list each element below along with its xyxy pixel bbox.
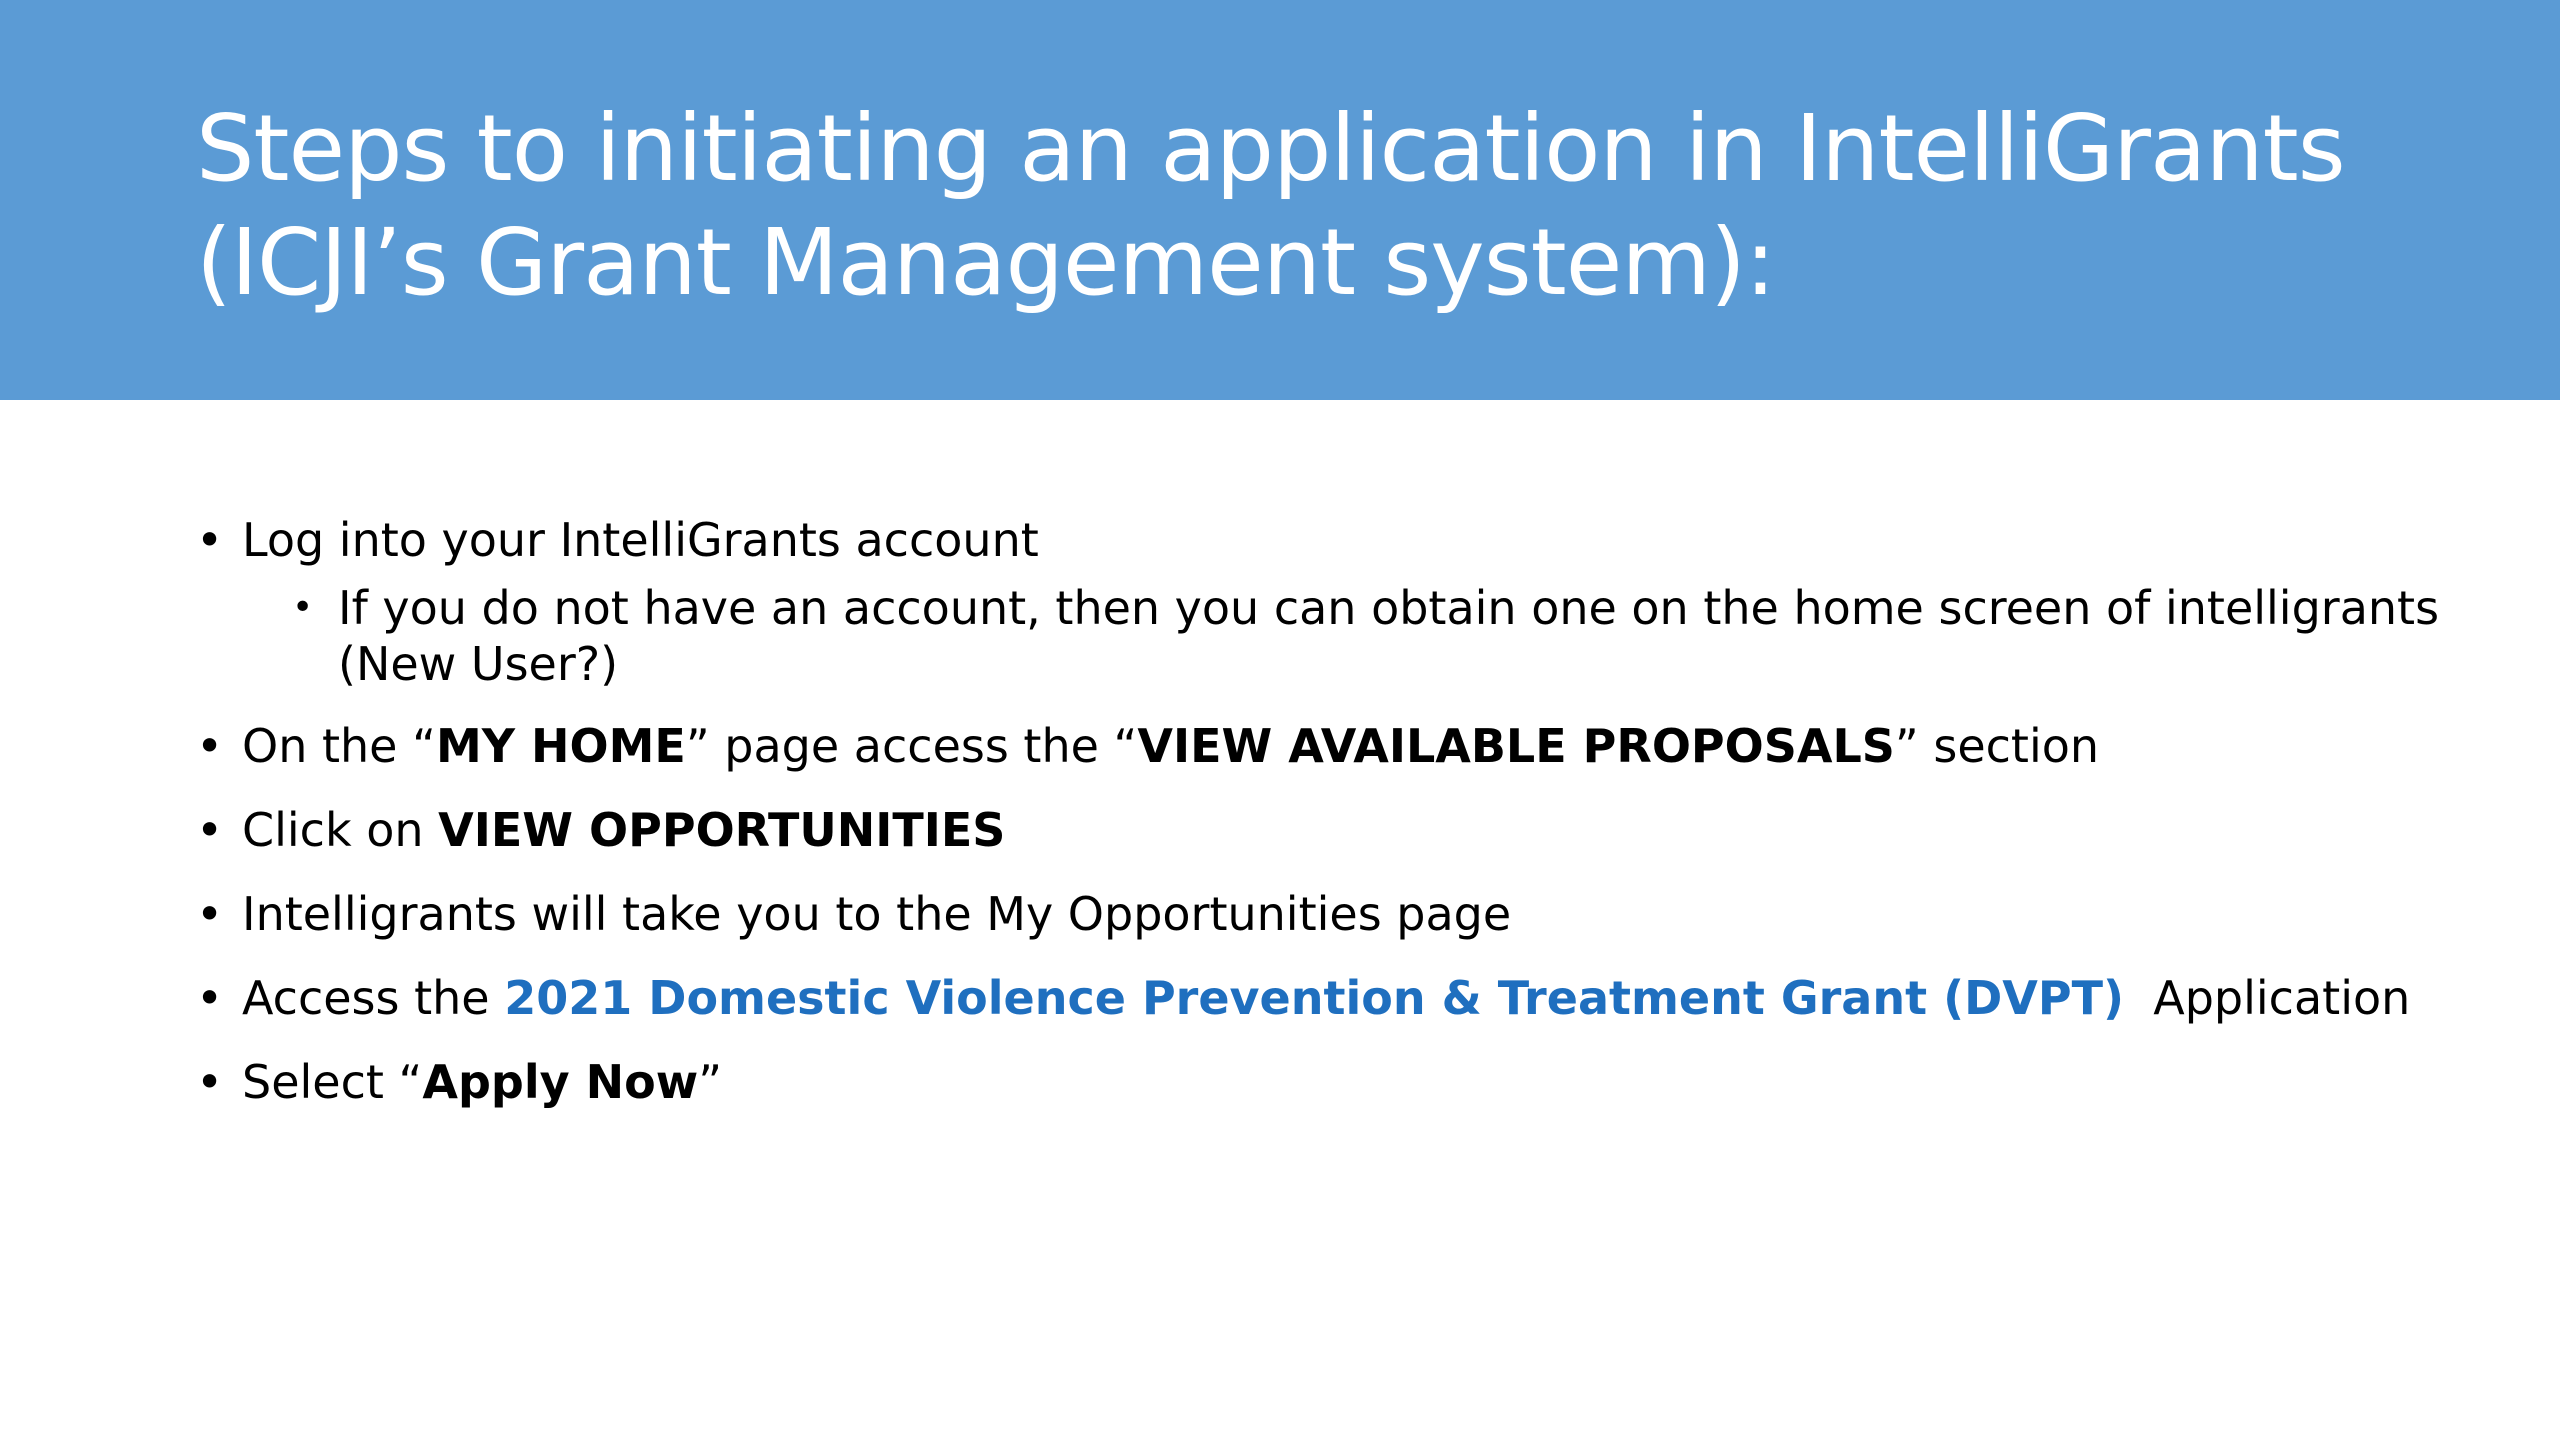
bullet-text-post: ” section [1894,719,2100,773]
bullet-text-post: ” [698,1055,723,1109]
bullet-text-post: Application [2124,971,2411,1025]
slide-title: Steps to initiating an application in In… [196,92,2446,320]
bullet-item-my-opportunities: • Intelligrants will take you to the My … [196,886,2446,942]
bullet-text-pre: Select “ [242,1055,423,1109]
bullet-icon: • [196,1055,224,1109]
bullet-item-login: • Log into your IntelliGrants account [196,512,2446,568]
sub-bullet-text: If you do not have an account, then you … [338,580,2446,692]
bullet-text-apply-now: Apply Now [422,1055,699,1109]
sub-bullet-item-new-account: • If you do not have an account, then yo… [196,580,2446,692]
sub-bullet-icon: • [292,587,314,628]
bullet-item-access: • Access the 2021 Domestic Violence Prev… [196,970,2446,1026]
bullet-icon: • [196,971,224,1025]
bullet-text-my-home: MY HOME [435,719,686,773]
bullet-text-pre: Click on [242,803,439,857]
dvpt-grant-link[interactable]: 2021 Domestic Violence Prevention & Trea… [504,971,2124,1025]
bullet-text-mid: ” page access the “ [685,719,1138,773]
bullet-item-select: • Select “Apply Now” [196,1054,2446,1110]
bullet-icon: • [196,803,224,857]
bullet-item-click: • Click on VIEW OPPORTUNITIES [196,802,2446,858]
slide-title-line-1: Steps to initiating an application in In… [196,95,2346,202]
bullet-text: Log into your IntelliGrants account [242,513,1039,567]
bullet-list: • Log into your IntelliGrants account • … [196,512,2446,1138]
bullet-text-view-opportunities: VIEW OPPORTUNITIES [438,803,1006,857]
sub-bullet-text-line-2: (New User?) [338,637,619,691]
bullet-item-my-home: • On the “MY HOME” page access the “VIEW… [196,718,2446,774]
bullet-text-view-available-proposals: VIEW AVAILABLE PROPOSALS [1137,719,1895,773]
slide: Steps to initiating an application in In… [0,0,2560,1440]
bullet-text-pre: On the “ [242,719,436,773]
sub-bullet-text-line-1: If you do not have an account, then you … [338,581,2440,635]
bullet-icon: • [196,513,224,567]
bullet-text: Intelligrants will take you to the My Op… [242,887,1512,941]
bullet-icon: • [196,887,224,941]
bullet-icon: • [196,719,224,773]
title-band: Steps to initiating an application in In… [0,0,2560,400]
slide-title-line-2: (ICJI’s Grant Management system): [196,209,1776,316]
bullet-text-pre: Access the [242,971,505,1025]
